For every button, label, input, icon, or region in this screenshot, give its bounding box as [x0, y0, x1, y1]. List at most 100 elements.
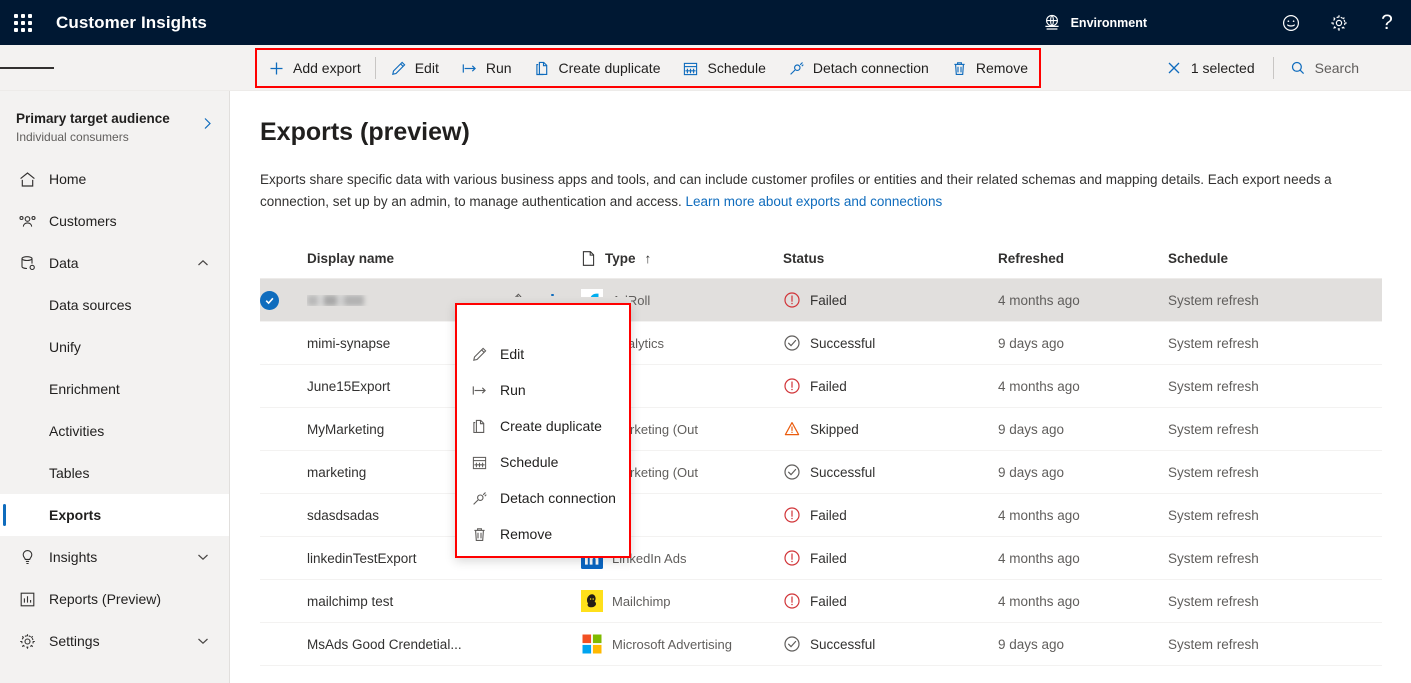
row-status-label: Successful	[810, 636, 876, 652]
detach-connection-button[interactable]: Detach connection	[777, 50, 940, 86]
context-menu-item-edit[interactable]: Edit	[457, 336, 629, 372]
schedule-button[interactable]: Schedule	[671, 50, 776, 86]
row-status-label: Skipped	[810, 421, 859, 437]
chevron-down-icon	[198, 638, 208, 645]
sidebar-item-enrichment[interactable]: Enrichment	[0, 368, 229, 410]
table-row[interactable]: MsAds Good Crendetial... Microsoft Adver…	[260, 623, 1382, 666]
column-header-refreshed[interactable]: Refreshed	[998, 251, 1168, 266]
context-menu-item-remove[interactable]: Remove	[457, 516, 629, 552]
sidebar-item-unify[interactable]: Unify	[0, 326, 229, 368]
smiley-icon	[1282, 14, 1300, 31]
sidebar-item-tables[interactable]: Tables	[0, 452, 229, 494]
search-button[interactable]: Search	[1280, 51, 1369, 85]
app-launcher-icon[interactable]	[0, 0, 46, 45]
sidebar-item-label: Enrichment	[49, 381, 120, 397]
mailchimp-logo	[581, 590, 603, 612]
customers-icon	[19, 215, 36, 227]
column-header-display-name[interactable]: Display name	[307, 251, 507, 266]
database-icon	[21, 255, 35, 270]
row-schedule: System refresh	[1168, 507, 1259, 523]
table-row[interactable]: mailchimp test Mailchimp Failed 4 months…	[260, 580, 1382, 623]
row-refreshed: 4 months ago	[998, 378, 1080, 394]
sidebar-item-data-sources[interactable]: Data sources	[0, 284, 229, 326]
sidebar-item-label: Tables	[49, 465, 90, 481]
sidebar-item-label: Exports	[49, 507, 102, 523]
sidebar-item-customers[interactable]: Customers	[0, 200, 229, 242]
sidebar-item-exports[interactable]: Exports	[0, 494, 229, 536]
microsoft-logo	[582, 634, 602, 654]
table-row[interactable]: MyMarketing Marketing (Out Skipped 9 day…	[260, 408, 1382, 451]
run-button[interactable]: Run	[450, 50, 523, 86]
sidebar-item-insights[interactable]: Insights	[0, 536, 229, 578]
context-menu-item-label: Detach connection	[500, 490, 616, 506]
row-schedule: System refresh	[1168, 292, 1259, 308]
context-menu-item-create-duplicate[interactable]: Create duplicate	[457, 408, 629, 444]
context-menu-item-label: Remove	[500, 526, 553, 542]
sidebar-item-reports[interactable]: Reports (Preview)	[0, 578, 229, 620]
table-row[interactable]: AdRoll Failed 4 months ago System refres…	[260, 279, 1382, 322]
context-menu-top-spacer	[457, 309, 629, 336]
top-bar-right-cluster: Environment ?	[1042, 0, 1411, 45]
table-row[interactable]: linkedinTestExport LinkedIn Ads Failed 4…	[260, 537, 1382, 580]
environment-label: Environment	[1070, 15, 1147, 30]
row-status: Successful	[783, 334, 998, 352]
home-icon	[20, 171, 35, 187]
table-row[interactable]: sdasdsadas Failed 4 months ago System re…	[260, 494, 1382, 537]
column-header-status[interactable]: Status	[783, 251, 998, 266]
schedule-label: Schedule	[707, 60, 766, 76]
context-menu-item-detach-connection[interactable]: Detach connection	[457, 480, 629, 516]
clear-selection-button[interactable]: 1 selected	[1154, 51, 1267, 85]
row-status-label: Failed	[810, 507, 847, 523]
chevron-up-icon	[198, 259, 208, 266]
redacted-display-name	[307, 294, 364, 306]
sidebar-item-label: Unify	[49, 339, 81, 355]
feedback-button[interactable]	[1267, 0, 1315, 45]
create-duplicate-label: Create duplicate	[558, 60, 661, 76]
column-header-schedule[interactable]: Schedule	[1168, 251, 1348, 266]
help-button[interactable]: ?	[1363, 0, 1411, 45]
sidebar: Primary target audience Individual consu…	[0, 91, 230, 683]
column-header-label: Schedule	[1168, 251, 1229, 266]
edit-button[interactable]: Edit	[379, 50, 450, 86]
sidebar-item-activities[interactable]: Activities	[0, 410, 229, 452]
column-header-label: Refreshed	[998, 251, 1065, 266]
context-menu-item-schedule[interactable]: Schedule	[457, 444, 629, 480]
row-schedule: System refresh	[1168, 464, 1259, 480]
question-mark-icon: ?	[1381, 11, 1393, 34]
create-duplicate-button[interactable]: Create duplicate	[523, 50, 672, 86]
add-export-button[interactable]: Add export	[257, 50, 372, 86]
settings-button[interactable]	[1315, 0, 1363, 45]
sidebar-item-home[interactable]: Home	[0, 158, 229, 200]
column-header-type[interactable]: Type ↑	[581, 250, 783, 267]
sort-ascending-icon: ↑	[644, 251, 652, 266]
add-export-label: Add export	[293, 60, 361, 76]
column-header-label: Display name	[307, 251, 395, 266]
table-row[interactable]: mimi-synapse Analytics Successful 9 days…	[260, 322, 1382, 365]
sidebar-item-data[interactable]: Data	[0, 242, 229, 284]
remove-button[interactable]: Remove	[940, 50, 1039, 86]
environment-selector[interactable]: Environment	[1042, 13, 1147, 33]
row-status: Skipped	[783, 420, 998, 438]
row-status-label: Successful	[810, 335, 876, 351]
pencil-icon	[391, 61, 406, 75]
row-refreshed: 4 months ago	[998, 550, 1080, 566]
table-row[interactable]: June15Export Failed 4 months ago System …	[260, 365, 1382, 408]
row-display-name: MsAds Good Crendetial...	[307, 636, 462, 652]
table-row[interactable]: marketing Marketing (Out Successful 9 da…	[260, 451, 1382, 494]
error-icon	[784, 378, 800, 394]
trash-icon	[954, 61, 965, 75]
sidebar-item-settings[interactable]: Settings	[0, 620, 229, 662]
audience-selector[interactable]: Primary target audience Individual consu…	[0, 91, 229, 158]
sidebar-item-label: Customers	[49, 213, 117, 229]
row-checkbox[interactable]	[260, 290, 307, 310]
row-status-label: Failed	[810, 378, 847, 394]
column-header-label: Status	[783, 251, 825, 266]
close-x-icon	[1168, 62, 1180, 74]
warning-icon	[784, 422, 800, 436]
menu-toggle-icon[interactable]	[0, 45, 54, 91]
context-menu-item-run[interactable]: Run	[457, 372, 629, 408]
detach-plug-icon	[473, 491, 487, 505]
search-label: Search	[1314, 60, 1359, 76]
row-refreshed: 9 days ago	[998, 464, 1065, 480]
learn-more-link[interactable]: Learn more about exports and connections	[686, 194, 943, 209]
